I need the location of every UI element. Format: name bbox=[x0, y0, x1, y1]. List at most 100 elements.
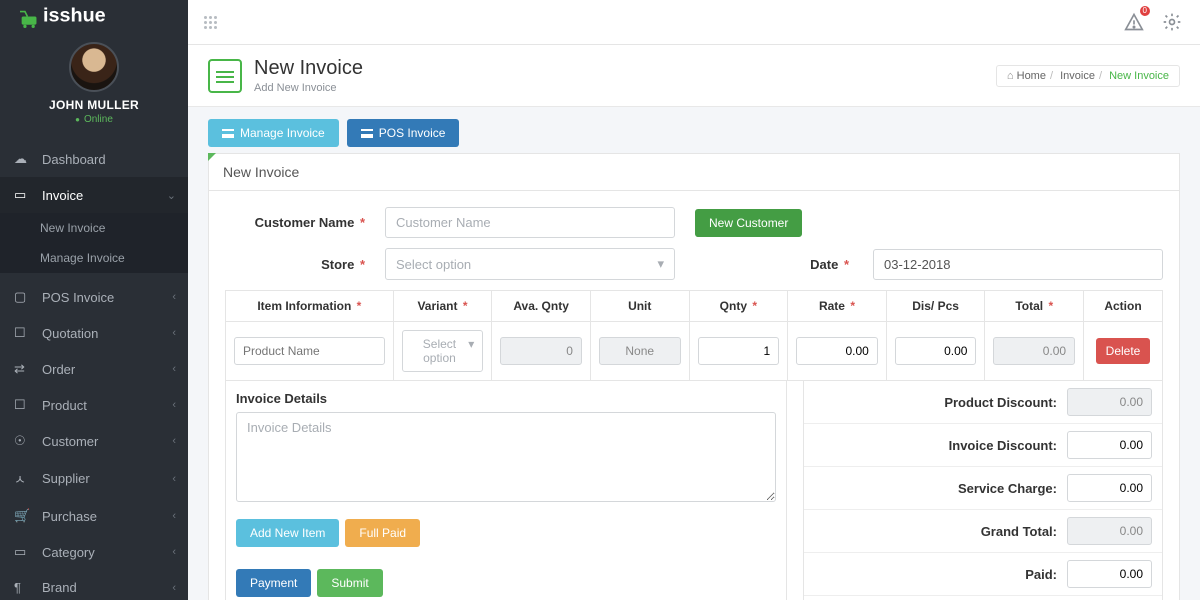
table-row: Select option▾ Delete bbox=[226, 322, 1163, 381]
dashboard-icon: ☁ bbox=[14, 151, 32, 167]
chevron-down-icon: ▾ bbox=[657, 256, 664, 272]
sidebar-item-order[interactable]: ⇄Order‹ bbox=[0, 351, 188, 387]
ava-qty-field bbox=[500, 337, 582, 365]
qty-input[interactable] bbox=[698, 337, 780, 365]
customer-label: Customer Name * bbox=[225, 215, 365, 230]
profile-block: JOHN MULLER Online bbox=[0, 28, 188, 135]
panel-title: New Invoice bbox=[209, 154, 1179, 191]
payment-button[interactable]: Payment bbox=[236, 569, 311, 597]
new-customer-button[interactable]: New Customer bbox=[695, 209, 802, 237]
breadcrumb: ⌂ Home/ Invoice/ New Invoice bbox=[996, 65, 1180, 87]
sidebar-item-supplier[interactable]: ㅅSupplier‹ bbox=[0, 459, 188, 498]
sidebar-item-brand[interactable]: ¶Brand‹ bbox=[0, 570, 188, 600]
store-select[interactable]: Select option▾ bbox=[385, 248, 675, 280]
page-subtitle: Add New Invoice bbox=[254, 82, 363, 94]
th-total: Total * bbox=[985, 291, 1084, 322]
supplier-icon: ㅅ bbox=[14, 469, 32, 488]
details-label: Invoice Details bbox=[236, 391, 776, 406]
variant-select[interactable]: Select option▾ bbox=[402, 330, 484, 372]
pos-invoice-button[interactable]: POS Invoice bbox=[347, 119, 460, 147]
product-name-input[interactable] bbox=[234, 337, 385, 365]
crumb-home[interactable]: Home bbox=[1017, 70, 1046, 82]
list-icon bbox=[361, 129, 373, 138]
sidebar-item-quotation[interactable]: ☐Quotation‹ bbox=[0, 315, 188, 351]
invoice-panel: New Invoice Customer Name * New Customer… bbox=[208, 153, 1180, 600]
alert-icon[interactable]: 0 bbox=[1122, 10, 1146, 34]
th-unit: Unit bbox=[590, 291, 689, 322]
order-icon: ⇄ bbox=[14, 361, 32, 377]
page-title: New Invoice bbox=[254, 57, 363, 80]
rate-input[interactable] bbox=[796, 337, 878, 365]
brand-icon: ¶ bbox=[14, 580, 32, 595]
page-header: New Invoice Add New Invoice ⌂ Home/ Invo… bbox=[188, 45, 1200, 107]
row-total-field bbox=[993, 337, 1075, 365]
th-action: Action bbox=[1084, 291, 1163, 322]
customer-icon: ☉ bbox=[14, 433, 32, 449]
chevron-left-icon: ‹ bbox=[172, 510, 176, 522]
store-label: Store * bbox=[225, 257, 365, 272]
sidebar-item-product[interactable]: ☐Product‹ bbox=[0, 387, 188, 423]
grand-total-label: Grand Total: bbox=[981, 524, 1057, 539]
paid-input[interactable] bbox=[1067, 560, 1152, 588]
th-disc: Dis/ Pcs bbox=[886, 291, 985, 322]
username: JOHN MULLER bbox=[0, 98, 188, 112]
th-qty: Qnty * bbox=[689, 291, 788, 322]
chevron-left-icon: ‹ bbox=[172, 327, 176, 339]
sidebar-item-invoice[interactable]: ▭Invoice⌄ bbox=[0, 177, 188, 213]
th-variant: Variant * bbox=[393, 291, 492, 322]
sidebar-item-category[interactable]: ▭Category‹ bbox=[0, 534, 188, 570]
unit-field bbox=[599, 337, 681, 365]
quotation-icon: ☐ bbox=[14, 325, 32, 341]
full-paid-button[interactable]: Full Paid bbox=[345, 519, 420, 547]
manage-invoice-button[interactable]: Manage Invoice bbox=[208, 119, 339, 147]
paid-label: Paid: bbox=[1025, 567, 1057, 582]
product-discount-label: Product Discount: bbox=[944, 395, 1057, 410]
sidebar-item-pos-invoice[interactable]: ▢POS Invoice‹ bbox=[0, 279, 188, 315]
product-icon: ☐ bbox=[14, 397, 32, 413]
items-table: Item Information * Variant * Ava. Qnty U… bbox=[225, 290, 1163, 381]
chevron-left-icon: ‹ bbox=[172, 546, 176, 558]
grand-total-field bbox=[1067, 517, 1152, 545]
user-status: Online bbox=[0, 114, 188, 125]
chevron-left-icon: ‹ bbox=[172, 363, 176, 375]
invoice-icon: ▭ bbox=[14, 187, 32, 203]
sidebar-item-purchase[interactable]: 🛒Purchase‹ bbox=[0, 498, 188, 534]
sidebar-item-customer[interactable]: ☉Customer‹ bbox=[0, 423, 188, 459]
date-input[interactable] bbox=[873, 249, 1163, 280]
chevron-left-icon: ‹ bbox=[172, 435, 176, 447]
th-ava: Ava. Qnty bbox=[492, 291, 591, 322]
chevron-down-icon: ⌄ bbox=[167, 189, 176, 202]
sidebar-sub-new-invoice[interactable]: New Invoice bbox=[0, 213, 188, 243]
notif-badge: 0 bbox=[1140, 6, 1150, 16]
date-label: Date * bbox=[709, 257, 849, 272]
apps-grid-icon[interactable] bbox=[204, 16, 217, 29]
service-charge-label: Service Charge: bbox=[958, 481, 1057, 496]
th-rate: Rate * bbox=[788, 291, 887, 322]
invoice-discount-label: Invoice Discount: bbox=[949, 438, 1057, 453]
submit-button[interactable]: Submit bbox=[317, 569, 382, 597]
th-item: Item Information * bbox=[226, 291, 394, 322]
sidebar-sub-manage-invoice[interactable]: Manage Invoice bbox=[0, 243, 188, 273]
product-discount-field bbox=[1067, 388, 1152, 416]
chevron-left-icon: ‹ bbox=[172, 582, 176, 594]
gear-icon[interactable] bbox=[1160, 10, 1184, 34]
svg-text:isshue: isshue bbox=[43, 4, 106, 26]
service-charge-input[interactable] bbox=[1067, 474, 1152, 502]
customer-name-input[interactable] bbox=[385, 207, 675, 238]
invoice-discount-input[interactable] bbox=[1067, 431, 1152, 459]
crumb-invoice[interactable]: Invoice bbox=[1060, 70, 1095, 82]
avatar[interactable] bbox=[69, 42, 119, 92]
chevron-left-icon: ‹ bbox=[172, 399, 176, 411]
discount-input[interactable] bbox=[895, 337, 977, 365]
delete-row-button[interactable]: Delete bbox=[1096, 338, 1151, 364]
invoice-details-textarea[interactable] bbox=[236, 412, 776, 502]
crumb-current: New Invoice bbox=[1109, 70, 1169, 82]
pos-icon: ▢ bbox=[14, 289, 32, 305]
chevron-down-icon: ▾ bbox=[468, 337, 474, 365]
brand-logo: isshue bbox=[0, 0, 188, 28]
category-icon: ▭ bbox=[14, 544, 32, 560]
topbar: 0 bbox=[188, 0, 1200, 45]
purchase-icon: 🛒 bbox=[14, 508, 32, 524]
add-new-item-button[interactable]: Add New Item bbox=[236, 519, 339, 547]
sidebar-item-dashboard[interactable]: ☁Dashboard bbox=[0, 141, 188, 177]
